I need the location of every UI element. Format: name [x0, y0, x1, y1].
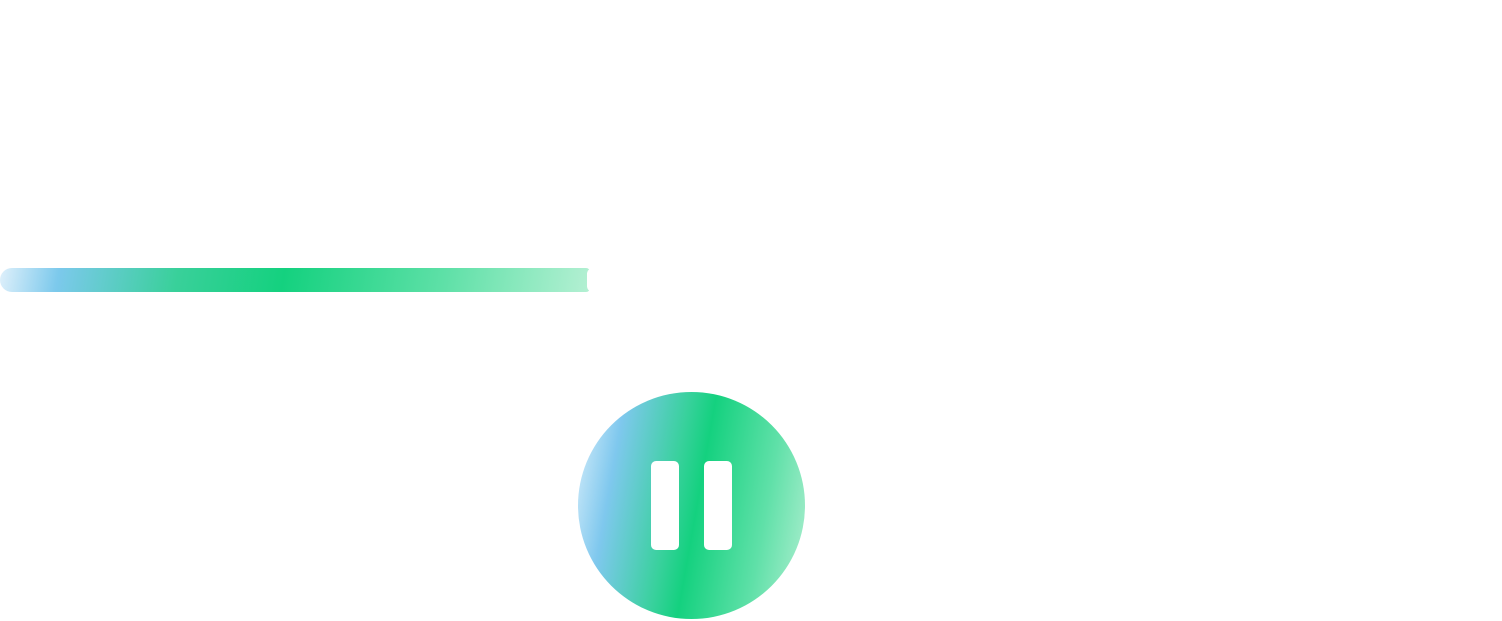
pause-icon-right-bar: [704, 461, 732, 550]
pause-button[interactable]: [578, 392, 805, 619]
progress-bar[interactable]: [0, 268, 1502, 292]
progress-fill: [0, 268, 593, 292]
pause-icon-left-bar: [651, 461, 679, 550]
media-player: [0, 0, 1502, 621]
